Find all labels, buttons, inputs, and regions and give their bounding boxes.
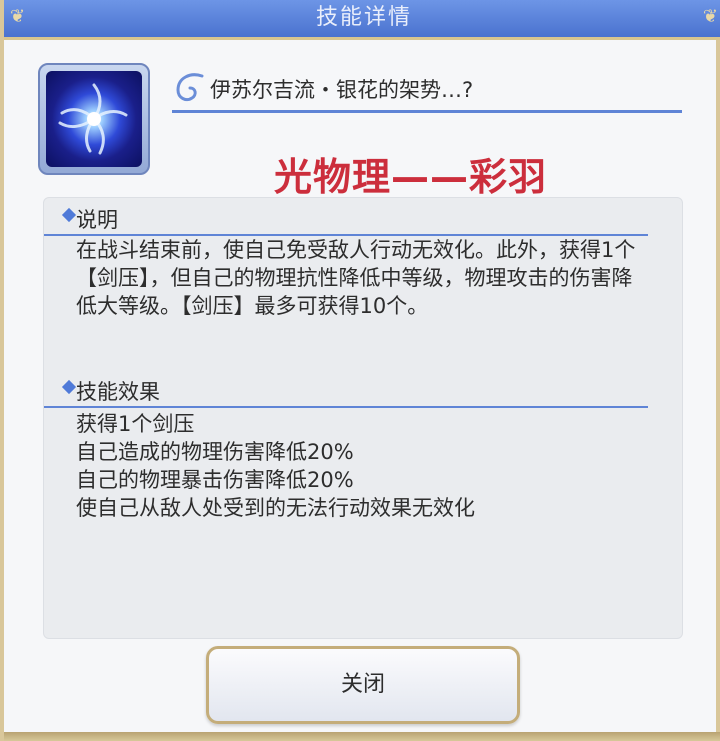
description-header-label: 说明 xyxy=(76,208,118,232)
dialog-title: 技能详情 xyxy=(315,5,412,30)
skill-name: 伊苏尔吉流・银花的架势…? xyxy=(210,78,474,102)
effects-header-label: 技能效果 xyxy=(76,380,160,404)
effect-item: 自己的物理暴击伤害降低20% xyxy=(76,468,354,492)
effect-item: 自己造成的物理伤害降低20% xyxy=(76,440,354,464)
skill-detail-dialog: ❦ 技能详情 ❦ 伊苏尔吉流・银花的架势…? 光物理——彩羽 说明 在战斗结束前… xyxy=(0,0,720,741)
skill-name-row: 伊苏尔吉流・银花的架势…? xyxy=(172,68,682,113)
curl-ornament-icon xyxy=(176,73,204,102)
skill-icon xyxy=(38,63,150,175)
corner-ornament-icon: ❦ xyxy=(10,6,26,27)
effect-item: 获得1个剑压 xyxy=(76,412,195,436)
swirl-vortex-graphic xyxy=(58,83,128,155)
effect-item: 使自己从敌人处受到的无法行动效果无效化 xyxy=(76,496,475,520)
close-button-label: 关闭 xyxy=(340,672,385,697)
effects-list: 获得1个剑压 自己造成的物理伤害降低20% 自己的物理暴击伤害降低20% 使自己… xyxy=(76,410,636,522)
title-bar: ❦ 技能详情 ❦ xyxy=(4,0,720,40)
diamond-bullet-icon xyxy=(61,207,77,223)
skill-info-panel[interactable]: 说明 在战斗结束前，使自己免受敌人行动无效化。此外，获得1个【剑压】，但自己的物… xyxy=(43,197,683,639)
diamond-bullet-icon xyxy=(61,379,77,395)
description-text: 在战斗结束前，使自己免受敌人行动无效化。此外，获得1个【剑压】，但自己的物理抗性… xyxy=(76,238,636,318)
skill-subtitle: 光物理——彩羽 xyxy=(274,155,548,199)
close-button[interactable]: 关闭 xyxy=(206,646,520,724)
effects-header: 技能效果 xyxy=(44,374,648,408)
corner-ornament-icon: ❦ xyxy=(702,6,718,27)
description-header: 说明 xyxy=(44,202,648,236)
bottom-trim xyxy=(4,732,720,741)
